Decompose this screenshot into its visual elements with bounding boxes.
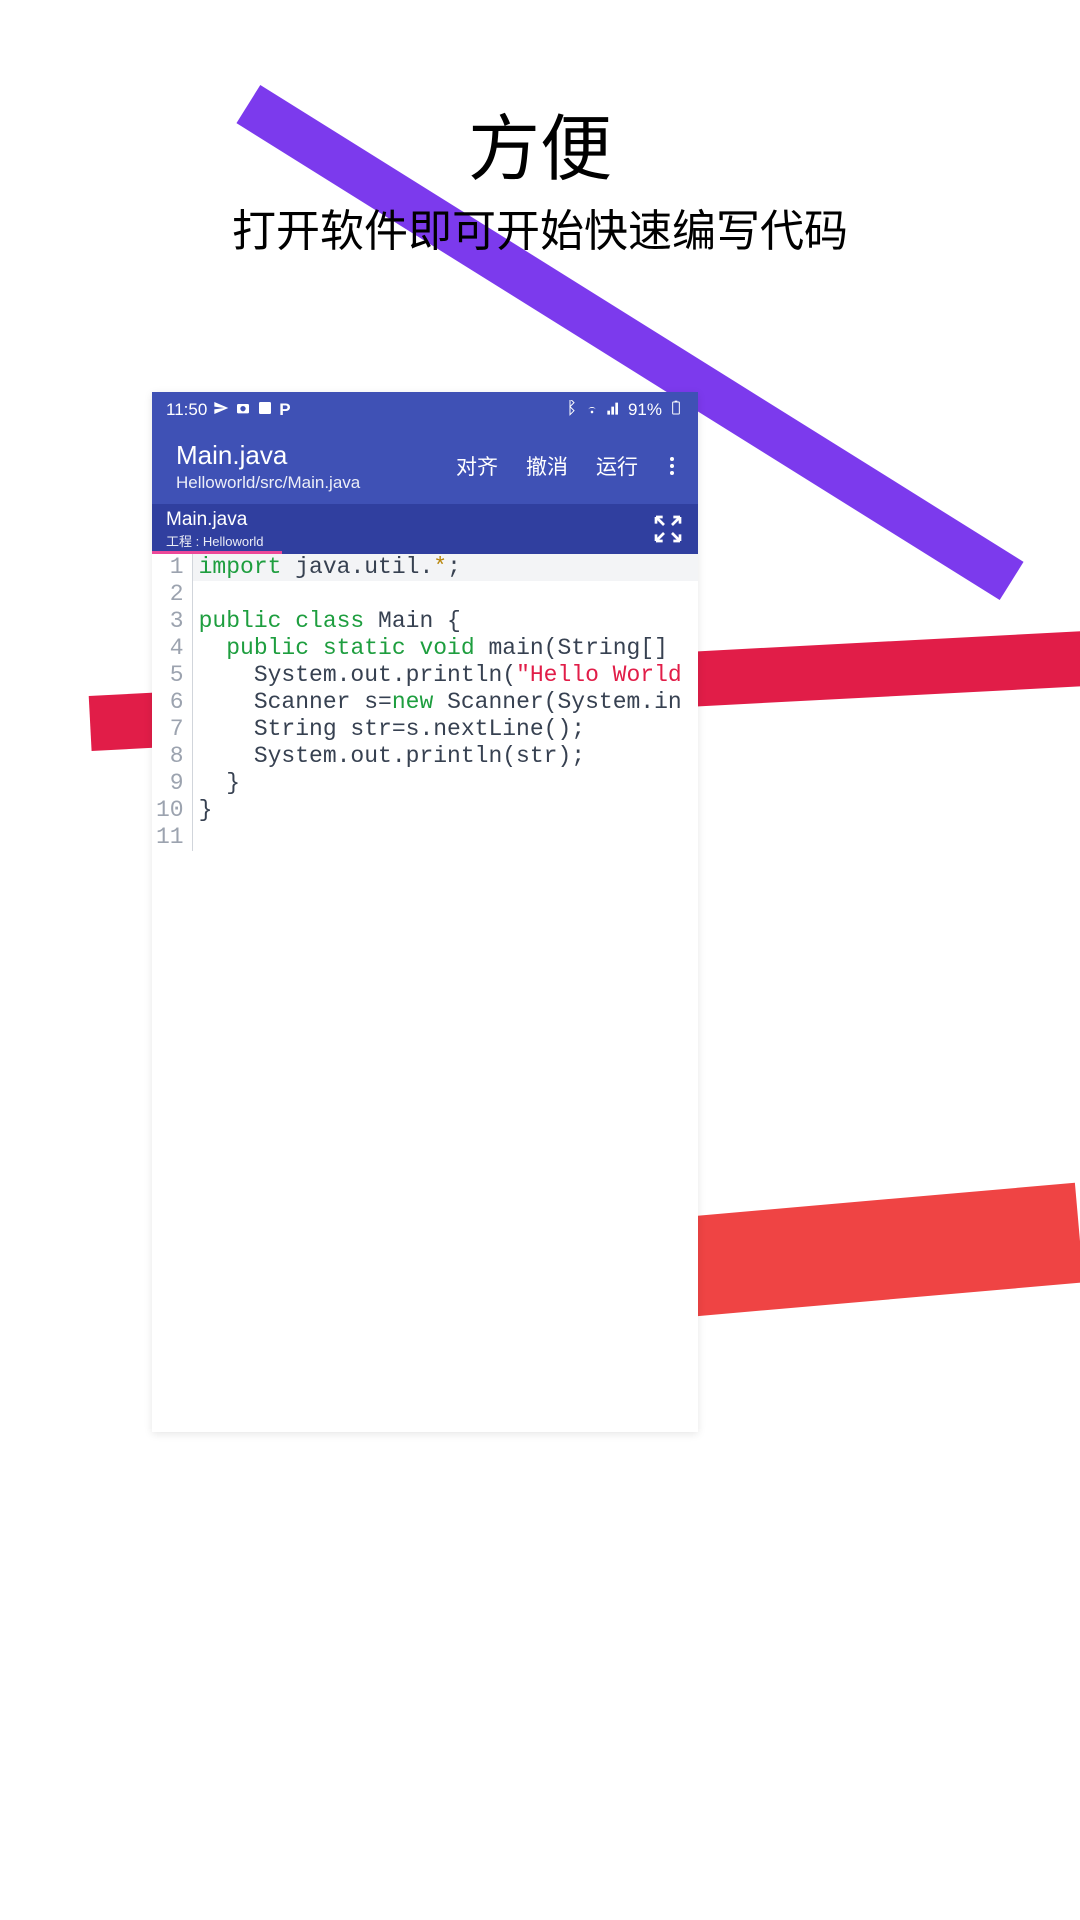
more-button[interactable] — [666, 457, 678, 475]
expand-icon[interactable] — [652, 513, 684, 545]
bluetooth-icon — [562, 400, 578, 421]
decorative-stripe-orange — [676, 1183, 1080, 1317]
battery-icon — [668, 400, 684, 421]
image-icon — [257, 400, 273, 421]
tab-underline — [152, 551, 282, 554]
status-time: 11:50 — [166, 400, 207, 420]
tab[interactable]: Main.java 工程 : Helloworld — [166, 509, 264, 550]
tab-name: Main.java — [166, 509, 264, 531]
phone-screenshot: 11:50 P 91% Main.java Helloworld/src/Mai… — [152, 392, 698, 1432]
battery-text: 91% — [628, 400, 662, 420]
wifi-icon — [584, 400, 600, 421]
tab-project: 工程 : Helloworld — [166, 531, 264, 550]
p-icon: P — [279, 400, 290, 420]
decorative-stripe-pink2 — [689, 628, 1080, 706]
code-editor[interactable]: 1234567891011 import java.util.*;public … — [152, 554, 698, 851]
code-area[interactable]: import java.util.*;public class Main { p… — [193, 554, 698, 851]
appbar-path: Helloworld/src/Main.java — [176, 473, 456, 493]
appbar-title: Main.java — [176, 440, 456, 471]
align-button[interactable]: 对齐 — [456, 451, 498, 481]
status-bar: 11:50 P 91% — [152, 392, 698, 428]
run-button[interactable]: 运行 — [596, 451, 638, 481]
camera-icon — [235, 400, 251, 421]
promo-subtitle: 打开软件即可开始快速编写代码 — [0, 195, 1080, 259]
promo-title: 方便 — [0, 90, 1080, 195]
tab-bar: Main.java 工程 : Helloworld — [152, 504, 698, 554]
send-icon — [213, 400, 229, 421]
undo-button[interactable]: 撤消 — [526, 451, 568, 481]
app-bar: Main.java Helloworld/src/Main.java 对齐 撤消… — [152, 428, 698, 504]
line-gutter: 1234567891011 — [152, 554, 193, 851]
signal-icon — [606, 400, 622, 421]
